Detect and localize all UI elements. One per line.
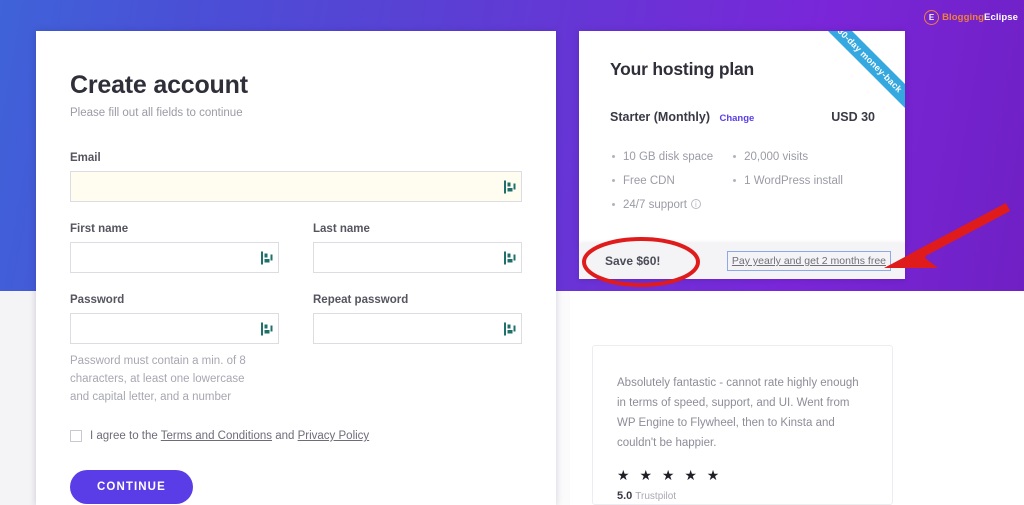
- first-name-input[interactable]: [70, 242, 279, 273]
- repeat-password-input-wrap: [313, 313, 522, 344]
- agree-prefix: I agree to the: [90, 430, 158, 442]
- star-rating-icon: ★ ★ ★ ★ ★: [617, 467, 723, 483]
- last-name-field-group: Last name: [313, 223, 522, 273]
- eclipse-badge-icon: E: [924, 10, 940, 25]
- terms-agreement-row[interactable]: I agree to the Terms and Conditions and …: [70, 430, 522, 442]
- pay-yearly-link[interactable]: Pay yearly and get 2 months free: [726, 251, 891, 271]
- last-name-label: Last name: [313, 223, 370, 235]
- watermark-label-part-a: Blogging: [942, 12, 985, 23]
- terms-agreement-text: I agree to the Terms and Conditions and …: [90, 430, 369, 442]
- savings-bar: Save $60! Pay yearly and get 2 months fr…: [579, 243, 905, 279]
- plan-feature-item: 1 WordPress install: [731, 169, 843, 193]
- terms-and-conditions-link[interactable]: Terms and Conditions: [161, 430, 272, 442]
- password-input-wrap: [70, 313, 279, 344]
- savings-amount-label: Save $60!: [605, 254, 661, 268]
- page-subtitle: Please fill out all fields to continue: [70, 107, 243, 119]
- last-name-input[interactable]: [313, 242, 522, 273]
- plan-features-left-column: 10 GB disk space Free CDN 24/7 support i: [610, 145, 713, 217]
- password-field-group: Password: [70, 294, 279, 344]
- plan-feature-item: 24/7 support i: [610, 193, 713, 217]
- rating-score: 5.0: [617, 490, 633, 502]
- rating-score-row: 5.0 Trustpilot: [617, 490, 868, 502]
- password-label: Password: [70, 294, 125, 306]
- privacy-policy-link[interactable]: Privacy Policy: [298, 430, 370, 442]
- repeat-password-label: Repeat password: [313, 294, 409, 306]
- page-title: Create account: [70, 71, 248, 99]
- email-input-wrap: [70, 171, 522, 202]
- plan-features-right-column: 20,000 visits 1 WordPress install: [731, 145, 843, 217]
- password-input[interactable]: [70, 313, 279, 344]
- plan-name: Starter (Monthly): [610, 110, 710, 124]
- testimonial-card: Absolutely fantastic - cannot rate highl…: [592, 345, 893, 505]
- repeat-password-input[interactable]: [313, 313, 522, 344]
- first-name-input-wrap: [70, 242, 279, 273]
- plan-feature-label: 24/7 support: [623, 199, 687, 211]
- agree-middle: and: [275, 430, 295, 442]
- hosting-plan-card: 30-day money-back Your hosting plan Star…: [579, 31, 905, 243]
- email-label: Email: [70, 152, 101, 164]
- name-row: First name Last name: [70, 223, 522, 294]
- watermark-label: BloggingEclipse: [942, 12, 1018, 23]
- email-field-group: Email: [70, 152, 522, 202]
- first-name-label: First name: [70, 223, 129, 235]
- site-watermark: E BloggingEclipse: [924, 10, 1018, 25]
- first-name-field-group: First name: [70, 223, 279, 273]
- plan-price: USD 30: [831, 110, 875, 124]
- email-input[interactable]: [70, 171, 522, 202]
- page-mid-gutter: [556, 291, 570, 505]
- password-requirements-hint: Password must contain a min. of 8 charac…: [70, 355, 246, 403]
- last-name-input-wrap: [313, 242, 522, 273]
- rating-source: Trustpilot: [635, 491, 677, 502]
- repeat-password-field-group: Repeat password: [313, 294, 522, 344]
- plan-feature-item: 20,000 visits: [731, 145, 843, 169]
- plan-feature-item: Free CDN: [610, 169, 713, 193]
- page-left-gutter: [0, 291, 36, 505]
- terms-checkbox[interactable]: [70, 430, 82, 442]
- plan-title: Your hosting plan: [610, 59, 755, 79]
- plan-feature-item: 10 GB disk space: [610, 145, 713, 169]
- plan-summary-row: Starter (Monthly) Change USD 30: [610, 108, 875, 126]
- change-plan-link[interactable]: Change: [719, 113, 754, 124]
- info-icon[interactable]: i: [690, 199, 701, 209]
- plan-features: 10 GB disk space Free CDN 24/7 support i …: [610, 145, 875, 217]
- watermark-label-part-b: Eclipse: [984, 12, 1018, 23]
- create-account-card: Create account Please fill out all field…: [36, 31, 556, 505]
- continue-button[interactable]: CONTINUE: [70, 470, 193, 504]
- plan-name-group: Starter (Monthly) Change: [610, 108, 754, 126]
- testimonial-quote: Absolutely fantastic - cannot rate highl…: [617, 377, 859, 449]
